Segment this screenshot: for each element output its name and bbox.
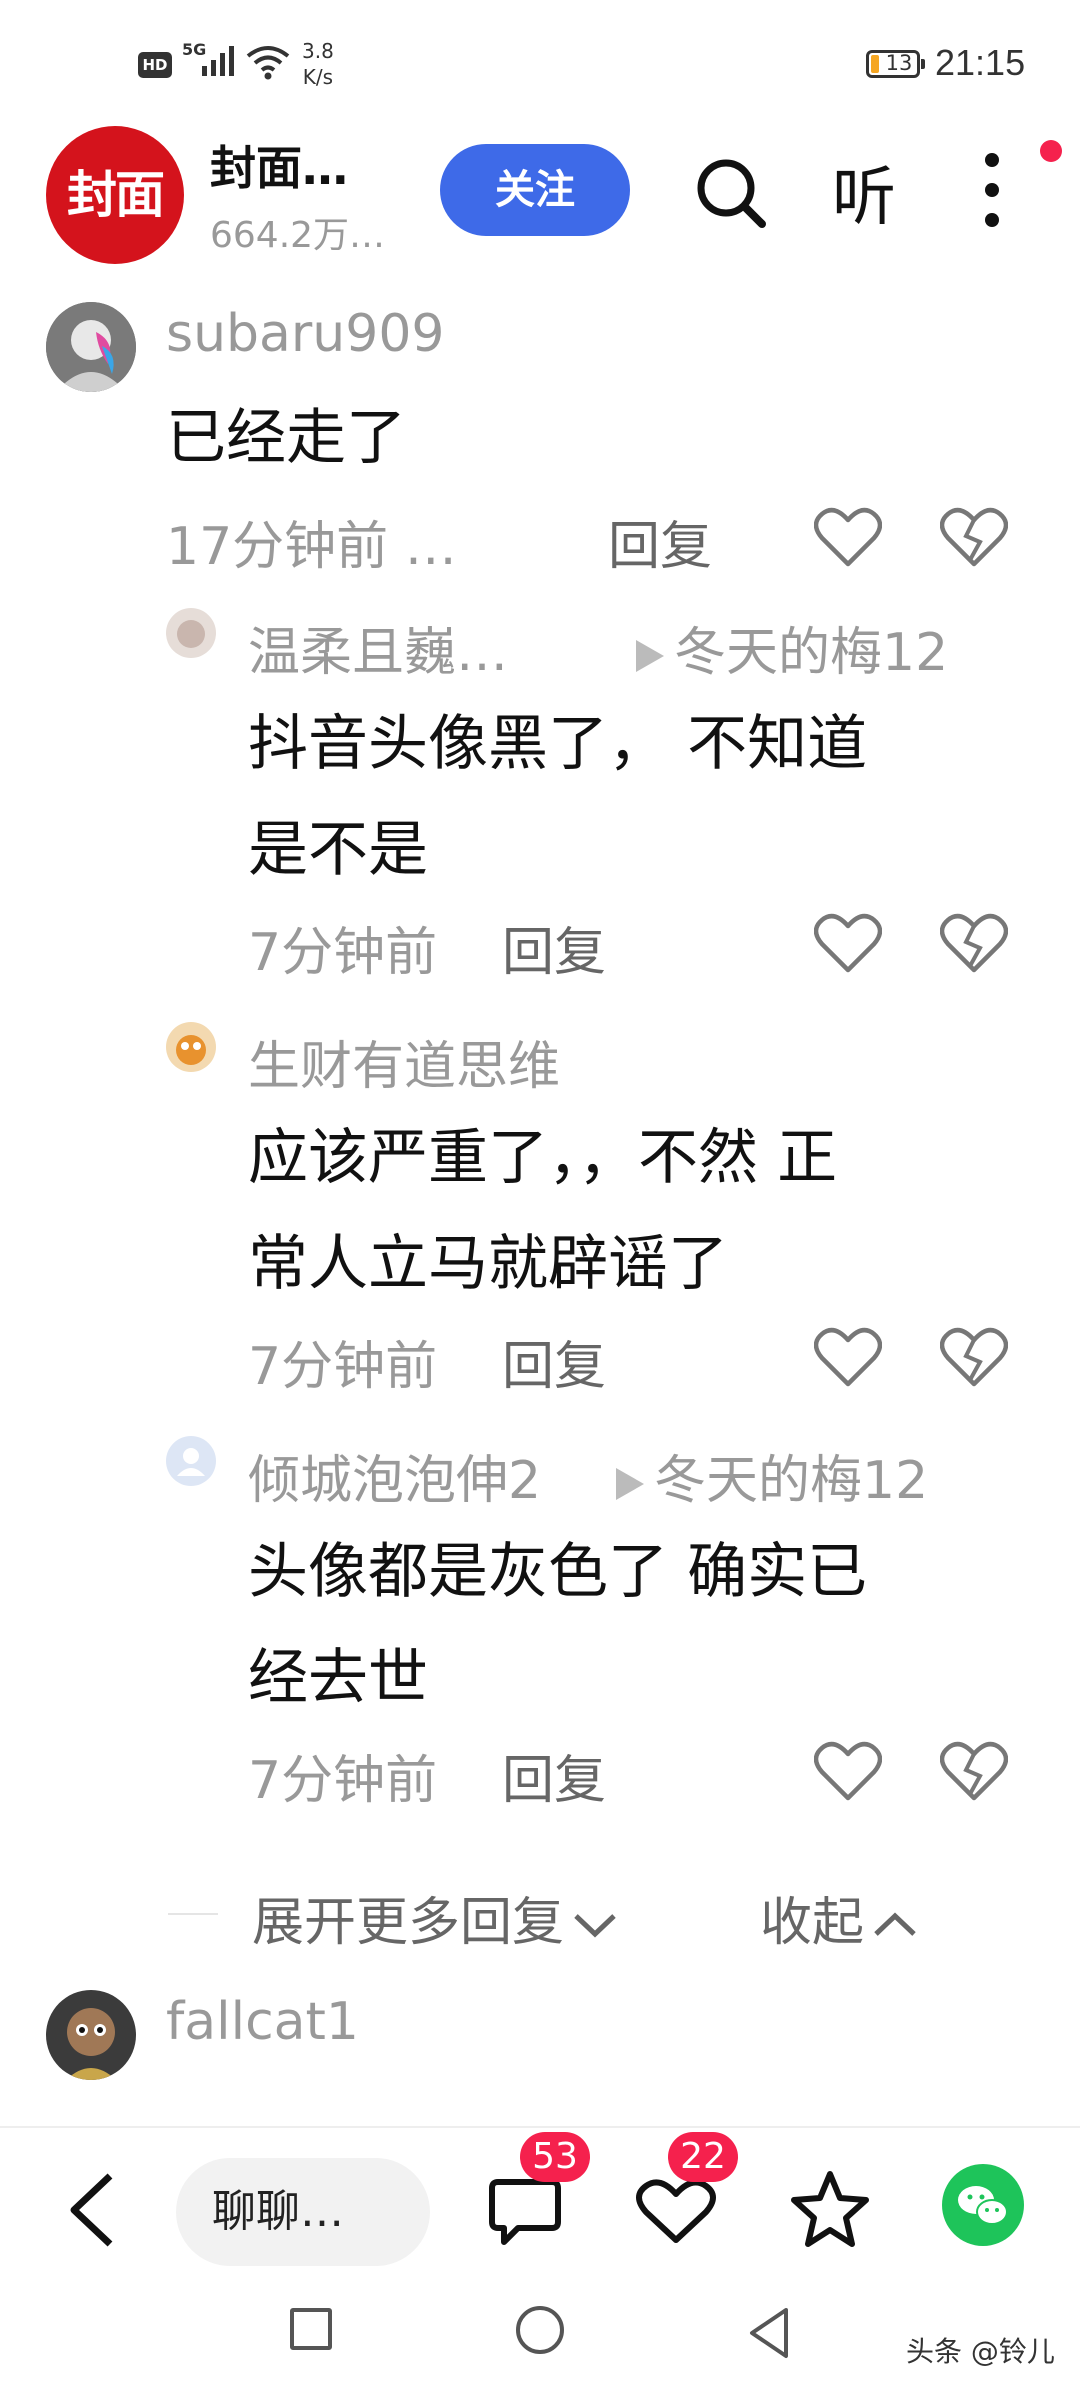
comment-username[interactable]: fallcat1 bbox=[166, 1992, 359, 2052]
expand-label: 展开更多回复 bbox=[252, 1893, 565, 1953]
avatar-image bbox=[166, 608, 216, 658]
like-icon[interactable] bbox=[814, 912, 882, 974]
collapse-replies-button[interactable]: 收起 bbox=[760, 1880, 920, 1955]
follower-count: 664.2万… bbox=[210, 215, 386, 256]
dislike-icon[interactable] bbox=[940, 1740, 1008, 1802]
status-bar: HD 5G 3.8 K/s 13 21:15 bbox=[0, 0, 1080, 120]
avatar[interactable] bbox=[166, 1436, 216, 1486]
speed-value: 3.8 bbox=[302, 39, 334, 63]
reply-text-line: 抖音头像黑了， 不知道 bbox=[248, 709, 868, 779]
back-icon[interactable] bbox=[64, 2170, 120, 2250]
chevron-up-icon bbox=[874, 1912, 916, 1936]
reply-username[interactable]: 倾城泡泡伸2 bbox=[248, 1438, 541, 1513]
reply-text-line: 应该严重了，，不然 正 bbox=[248, 1123, 838, 1193]
nav-back-icon[interactable] bbox=[746, 2306, 792, 2360]
reply-text-line: 是不是 bbox=[248, 815, 428, 885]
reply-arrow-icon bbox=[616, 1468, 644, 1500]
signal-icon bbox=[202, 46, 234, 76]
reply-username[interactable]: 温柔且巍… bbox=[248, 610, 508, 685]
bottom-action-bar: 聊聊… 53 22 bbox=[0, 2126, 1080, 2276]
recent-apps-button[interactable] bbox=[290, 2308, 332, 2350]
default-avatar-icon bbox=[166, 1436, 216, 1486]
like-icon[interactable] bbox=[814, 1326, 882, 1388]
wechat-glyph bbox=[958, 2186, 1008, 2225]
comment-input[interactable]: 聊聊… bbox=[176, 2158, 430, 2266]
reply-target-name: 冬天的梅12 bbox=[654, 1451, 929, 1511]
reply-text-line: 头像都是灰色了 确实已 bbox=[248, 1537, 868, 1607]
star-icon[interactable] bbox=[790, 2170, 870, 2248]
avatar[interactable] bbox=[46, 302, 136, 392]
dislike-icon[interactable] bbox=[940, 912, 1008, 974]
listen-button[interactable]: 听 bbox=[832, 146, 896, 238]
system-nav-bar: 头条 @铃儿 bbox=[0, 2276, 1080, 2400]
chevron-down-icon bbox=[574, 1914, 616, 1938]
avatar[interactable] bbox=[166, 1022, 216, 1072]
battery-fill bbox=[871, 55, 879, 73]
reply-time: 7分钟前 bbox=[248, 923, 438, 983]
follow-button[interactable]: 关注 bbox=[440, 144, 630, 236]
comment-text: 已经走了 bbox=[166, 403, 406, 473]
like-count-badge: 22 bbox=[668, 2132, 738, 2182]
search-icon[interactable] bbox=[692, 154, 768, 230]
divider bbox=[168, 1913, 218, 1915]
reply-time: 7分钟前 bbox=[248, 1751, 438, 1811]
dislike-icon[interactable] bbox=[940, 506, 1008, 568]
battery-level: 13 bbox=[885, 51, 913, 75]
like-icon[interactable] bbox=[814, 506, 882, 568]
clock: 21:15 bbox=[935, 42, 1026, 83]
collapse-label: 收起 bbox=[760, 1893, 865, 1953]
reply-time: 7分钟前 bbox=[248, 1337, 438, 1397]
more-icon[interactable] bbox=[984, 152, 1000, 228]
avatar[interactable] bbox=[166, 608, 216, 658]
network-speed: 3.8 K/s bbox=[302, 38, 334, 90]
avatar[interactable] bbox=[46, 1990, 136, 2080]
reply-arrow-icon bbox=[636, 640, 664, 672]
hd-indicator: HD bbox=[138, 52, 172, 78]
comment-icon[interactable] bbox=[488, 2176, 562, 2248]
speed-unit: K/s bbox=[302, 65, 334, 89]
reply-button[interactable]: 回复 bbox=[502, 910, 606, 985]
reply-target[interactable]: 冬天的梅12 bbox=[616, 1438, 928, 1513]
reply-target[interactable]: 冬天的梅12 bbox=[636, 610, 948, 685]
reply-text-line: 常人立马就辟谣了 bbox=[248, 1229, 728, 1299]
channel-logo[interactable]: 封面 bbox=[46, 126, 184, 264]
dislike-icon[interactable] bbox=[940, 1326, 1008, 1388]
avatar-image bbox=[46, 1990, 136, 2080]
reply-button[interactable]: 回复 bbox=[502, 1738, 606, 1813]
comment-time: 17分钟前 … bbox=[166, 517, 457, 577]
reply-text-line: 经去世 bbox=[248, 1643, 428, 1713]
expand-replies-button[interactable]: 展开更多回复 bbox=[252, 1880, 620, 1955]
reply-button[interactable]: 回复 bbox=[608, 504, 712, 579]
reply-button[interactable]: 回复 bbox=[502, 1324, 606, 1399]
comment-username[interactable]: subaru909 bbox=[166, 304, 445, 364]
channel-name[interactable]: 封面… bbox=[210, 132, 348, 198]
home-button[interactable] bbox=[516, 2306, 564, 2354]
like-icon[interactable] bbox=[814, 1740, 882, 1802]
notification-dot bbox=[1040, 140, 1062, 162]
channel-header: 封面 封面… 664.2万… 关注 听 bbox=[0, 120, 1080, 270]
reply-target-name: 冬天的梅12 bbox=[674, 623, 949, 683]
wechat-share-icon[interactable] bbox=[942, 2164, 1024, 2246]
watermark: 头条 @铃儿 bbox=[906, 2335, 1055, 2368]
avatar-image bbox=[46, 302, 136, 392]
like-icon[interactable] bbox=[636, 2178, 716, 2246]
wifi-icon bbox=[246, 46, 290, 80]
comment-count-badge: 53 bbox=[520, 2132, 590, 2182]
battery-icon: 13 bbox=[866, 50, 925, 78]
avatar-image bbox=[166, 1022, 216, 1072]
reply-username[interactable]: 生财有道思维 bbox=[248, 1024, 560, 1099]
